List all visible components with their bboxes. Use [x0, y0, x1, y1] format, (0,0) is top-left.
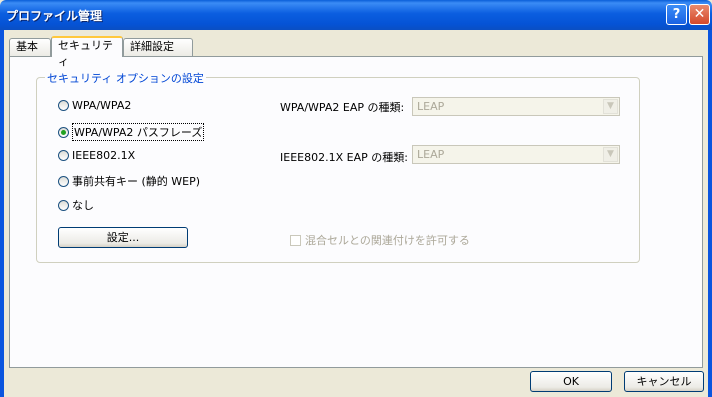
ieee-eap-type-select[interactable]: LEAP ▼ — [412, 145, 620, 164]
ieee-eap-type-label: IEEE802.1X EAP の種類: — [280, 151, 408, 164]
radio-label: WPA/WPA2 — [72, 99, 132, 112]
cancel-button[interactable]: キャンセル — [624, 371, 704, 392]
security-tab-panel: セキュリティ オプションの設定 WPA/WPA2 WPA/WPA2 パスフレーズ… — [9, 56, 703, 368]
tab-advanced[interactable]: 詳細設定 — [123, 38, 193, 56]
settings-button[interactable]: 設定... — [58, 227, 188, 248]
radio-indicator — [58, 150, 69, 161]
radio-label: IEEE802.1X — [72, 149, 136, 162]
radio-static-wep[interactable]: 事前共有キー (静的 WEP) — [58, 173, 200, 189]
checkbox-box — [290, 234, 301, 246]
radio-label: なし — [72, 199, 94, 212]
radio-indicator — [58, 175, 69, 187]
select-value: LEAP — [417, 148, 445, 161]
chevron-down-icon: ▼ — [603, 147, 618, 162]
ok-button[interactable]: OK — [530, 371, 612, 392]
radio-ieee8021x[interactable]: IEEE802.1X — [58, 149, 135, 162]
mixed-cell-checkbox[interactable]: 混合セルとの関連付けを許可する — [290, 232, 470, 248]
window-title: プロファイル管理 — [6, 9, 103, 23]
chevron-down-icon: ▼ — [603, 99, 618, 114]
radio-label: WPA/WPA2 パスフレーズ — [72, 123, 205, 141]
radio-label: 事前共有キー (静的 WEP) — [72, 175, 201, 188]
window-frame-right — [708, 30, 712, 397]
radio-wpa-passphrase[interactable]: WPA/WPA2 パスフレーズ — [58, 123, 205, 141]
radio-none[interactable]: なし — [58, 197, 94, 213]
profile-management-window: プロファイル管理 ? ✕ 基本 セキュリティ 詳細設定 セキュリティ オプション… — [0, 0, 712, 397]
radio-wpa-wpa2[interactable]: WPA/WPA2 — [58, 99, 131, 112]
tab-security[interactable]: セキュリティ — [51, 36, 123, 68]
group-title: セキュリティ オプションの設定 — [45, 70, 206, 86]
wpa-eap-type-label: WPA/WPA2 EAP の種類: — [280, 101, 405, 114]
tab-basic[interactable]: 基本 — [9, 38, 51, 56]
close-button[interactable]: ✕ — [689, 4, 710, 25]
title-bar[interactable]: プロファイル管理 ? ✕ — [0, 0, 712, 30]
radio-indicator — [58, 199, 69, 211]
window-frame-left — [0, 30, 4, 397]
radio-indicator-checked — [58, 126, 69, 138]
select-value: LEAP — [417, 100, 445, 113]
help-button[interactable]: ? — [666, 4, 687, 25]
checkbox-label: 混合セルとの関連付けを許可する — [305, 234, 470, 247]
radio-indicator — [58, 100, 69, 111]
wpa-eap-type-select[interactable]: LEAP ▼ — [412, 97, 620, 116]
